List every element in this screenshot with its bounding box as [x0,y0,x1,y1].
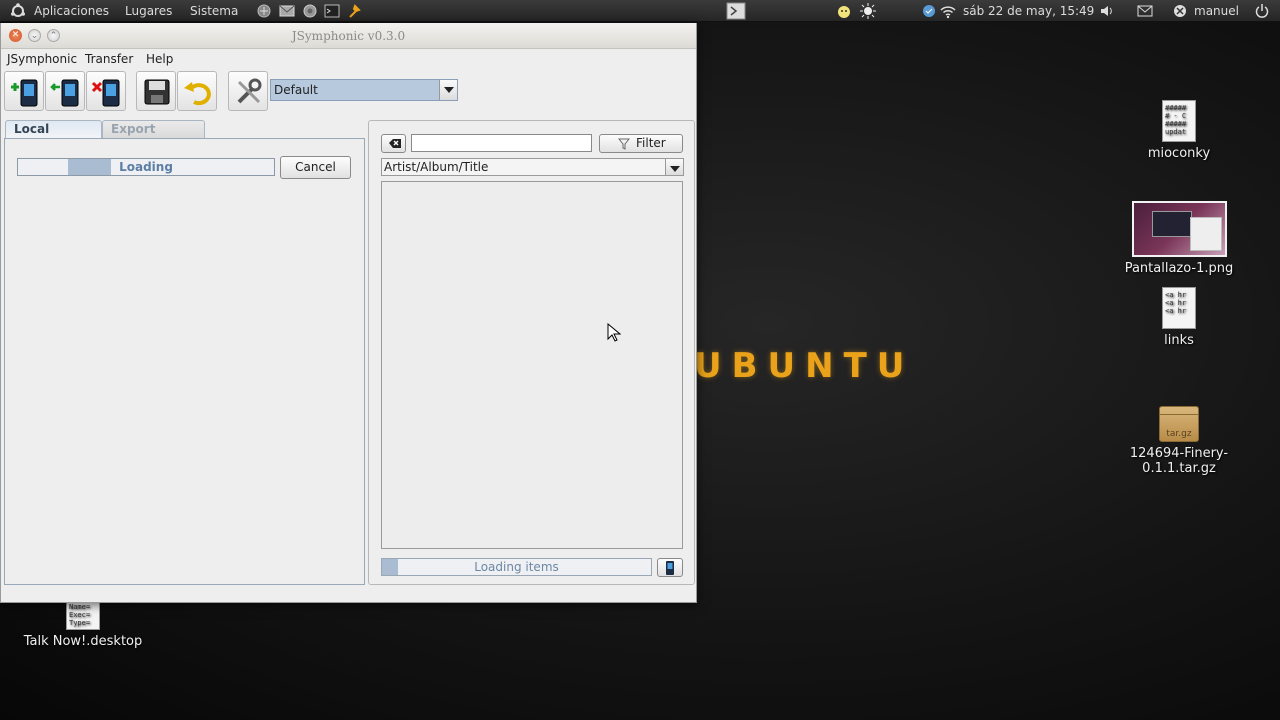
desktop-icon-links[interactable]: <a hr <a hr <a hr links [1119,287,1239,348]
cancel-button[interactable]: Cancel [280,156,351,179]
desktop-icon-talk-now[interactable]: Name= Exec= Type= Talk Now!.desktop [23,600,143,649]
menu-help[interactable]: Help [146,52,173,66]
top-panel: Aplicaciones Lugares Sistema sáb 22 de m… [0,0,1280,22]
image-thumbnail-icon [1131,201,1227,257]
floppy-disk-icon [144,79,170,105]
local-loading-progress: Loading [17,158,275,176]
brightness-icon[interactable] [860,3,876,19]
desktop-icon-label: mioconky [1147,146,1211,161]
user-name[interactable]: manuel [1194,0,1239,22]
text-file-icon: ##### # - C ##### updat [1162,100,1196,142]
mouse-cursor-icon [607,323,621,342]
window-list-icon[interactable] [726,2,746,20]
launcher-terminal-icon[interactable] [324,3,340,19]
wifi-icon[interactable] [940,3,956,19]
delete-from-device-button[interactable] [86,71,126,111]
launcher-browser-icon[interactable] [302,3,318,19]
undo-button[interactable] [177,71,217,111]
chevron-down-icon[interactable] [439,80,457,100]
device-export-icon [50,79,79,107]
menu-jsymphonic[interactable]: JSymphonic [7,52,77,66]
clear-search-button[interactable] [381,134,406,153]
settings-button[interactable] [228,71,268,111]
desktop-file-icon: Name= Exec= Type= [66,600,100,630]
device-items-list[interactable] [381,181,683,549]
device-add-icon [11,79,38,107]
launcher-tool-icon[interactable] [346,3,362,19]
launcher-mail-icon[interactable] [279,3,295,19]
menubar: JSymphonic Transfer Help [1,49,696,69]
text-file-icon: <a hr <a hr <a hr [1162,287,1196,329]
progress-label: Loading [119,160,173,174]
tab-export-folder[interactable]: Export folder [102,120,205,153]
volume-icon[interactable] [1099,3,1115,19]
menu-sistema[interactable]: Sistema [190,0,238,22]
user-status-icon[interactable] [1172,3,1188,19]
import-to-device-button[interactable] [4,71,44,111]
items-loading-progress: Loading items [381,558,652,576]
sort-order-select[interactable]: Artist/Album/Title [381,158,684,176]
save-button[interactable] [136,71,176,111]
device-profile-value: Default [274,83,318,97]
archive-icon: tar.gz [1159,406,1199,442]
clock[interactable]: sáb 22 de may, 15:49 [963,0,1094,22]
weather-icon[interactable] [836,3,852,19]
jsymphonic-window: ✕ ⌄ ⌃ JSymphonic v0.3.0 JSymphonic Trans… [0,23,697,603]
desktop-icon-finery-archive[interactable]: tar.gz 124694-Finery-0.1.1.tar.gz [1119,406,1239,476]
desktop-icon-label: Talk Now!.desktop [23,634,143,649]
desktop-icon-mioconky[interactable]: ##### # - C ##### updat mioconky [1119,100,1239,161]
network-status-icon[interactable] [921,3,937,19]
sort-order-value: Artist/Album/Title [384,160,489,174]
ubuntu-menu-icon[interactable] [10,3,26,19]
export-from-device-button[interactable] [45,71,85,111]
desktop-icon-label: links [1164,333,1194,348]
clear-search-icon [389,139,401,148]
device-panel: Filter Artist/Album/Title Loading items [368,120,695,585]
menu-lugares[interactable]: Lugares [125,0,172,22]
local-folder-panel: Loading Cancel [4,138,365,585]
window-title: JSymphonic v0.3.0 [291,29,406,43]
device-delete-icon [91,79,120,107]
menu-transfer[interactable]: Transfer [85,52,133,66]
desktop-icon-label: Pantallazo-1.png [1124,261,1234,276]
search-input[interactable] [411,134,592,152]
ubuntu-wallpaper-logo: UBUNTU [694,346,915,386]
desktop-icon-label: 124694-Finery-0.1.1.tar.gz [1129,446,1229,476]
power-icon[interactable] [1254,3,1270,19]
desktop-icon-pantallazo[interactable]: Pantallazo-1.png [1119,201,1239,276]
funnel-icon [618,138,630,150]
messages-icon[interactable] [1137,3,1153,19]
chevron-down-icon[interactable] [665,159,683,175]
filter-label: Filter [636,136,666,150]
device-icon [666,561,674,575]
progress-label: Loading items [474,560,559,574]
window-titlebar[interactable]: ✕ ⌄ ⌃ JSymphonic v0.3.0 [1,23,696,49]
menu-aplicaciones[interactable]: Aplicaciones [34,0,109,22]
undo-icon [184,82,211,106]
archive-icon-text: tar.gz [1166,429,1192,439]
tab-local-folder[interactable]: Local folder [5,120,102,153]
device-profile-select[interactable]: Default [270,79,458,101]
launcher-network-icon[interactable] [256,3,272,19]
tools-icon [237,78,262,104]
filter-button[interactable]: Filter [599,134,683,153]
device-info-button[interactable] [657,558,683,577]
